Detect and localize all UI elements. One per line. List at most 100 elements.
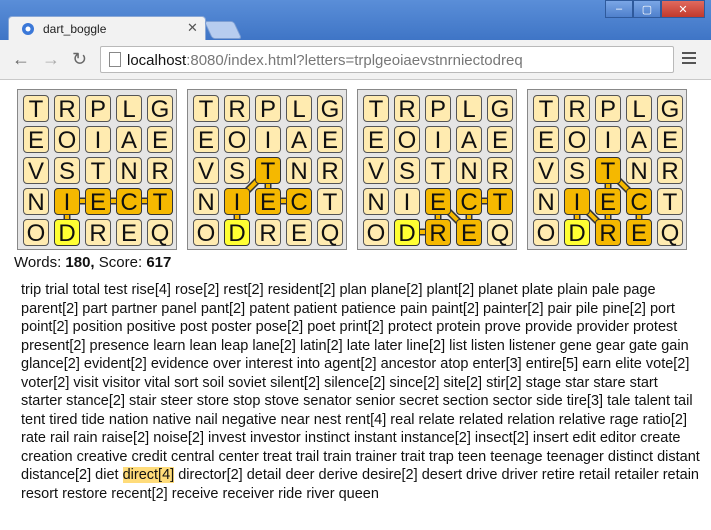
letter-cell[interactable]: R — [657, 157, 683, 185]
word-item[interactable]: recent[2] — [111, 486, 167, 502]
word-item[interactable]: entire[5] — [526, 356, 578, 372]
word-item[interactable]: direct[4] — [122, 467, 175, 483]
letter-cell[interactable]: Q — [487, 219, 513, 247]
word-item[interactable]: distance[2] — [21, 467, 91, 483]
letter-cell[interactable]: R — [394, 95, 420, 123]
word-item[interactable]: pine[2] — [602, 301, 646, 317]
letter-cell[interactable]: I — [425, 126, 451, 154]
letter-cell[interactable]: R — [147, 157, 173, 185]
letter-cell[interactable]: C — [286, 188, 312, 216]
word-item[interactable]: print[2] — [340, 319, 384, 335]
word-item[interactable]: partner — [111, 301, 157, 317]
word-item[interactable]: presence — [90, 338, 150, 354]
letter-cell[interactable]: N — [456, 157, 482, 185]
letter-cell[interactable]: T — [193, 95, 219, 123]
letter-cell[interactable]: T — [425, 157, 451, 185]
letter-cell[interactable]: O — [23, 219, 49, 247]
letter-cell[interactable]: G — [317, 95, 343, 123]
word-item[interactable]: instance[2] — [401, 430, 471, 446]
letter-cell[interactable]: A — [116, 126, 142, 154]
word-item[interactable]: start — [630, 375, 658, 391]
word-item[interactable]: trait — [401, 449, 425, 465]
word-item[interactable]: nest — [314, 412, 341, 428]
word-item[interactable]: voter[2] — [21, 375, 69, 391]
word-item[interactable]: talent — [635, 393, 670, 409]
word-item[interactable]: negative — [222, 412, 277, 428]
word-item[interactable]: lean — [190, 338, 217, 354]
word-item[interactable]: instant — [354, 430, 397, 446]
word-item[interactable]: patient — [294, 301, 338, 317]
letter-cell[interactable]: N — [116, 157, 142, 185]
word-item[interactable]: since[2] — [389, 375, 439, 391]
letter-cell[interactable]: R — [85, 219, 111, 247]
word-item[interactable]: insect[2] — [475, 430, 529, 446]
word-item[interactable]: diet — [95, 467, 118, 483]
letter-cell[interactable]: N — [533, 188, 559, 216]
letter-cell[interactable]: T — [85, 157, 111, 185]
word-item[interactable]: gene — [560, 338, 592, 354]
word-item[interactable]: side — [536, 393, 563, 409]
word-item[interactable]: creative — [77, 449, 128, 465]
word-item[interactable]: pain — [400, 301, 427, 317]
letter-cell[interactable]: T — [317, 188, 343, 216]
letter-cell[interactable]: A — [456, 126, 482, 154]
letter-cell[interactable]: E — [286, 219, 312, 247]
letter-cell[interactable]: N — [193, 188, 219, 216]
letter-cell[interactable]: R — [564, 95, 590, 123]
word-item[interactable]: desire[2] — [362, 467, 418, 483]
letter-cell[interactable]: G — [657, 95, 683, 123]
word-item[interactable]: nation — [109, 412, 149, 428]
word-item[interactable]: tent — [21, 412, 45, 428]
letter-cell[interactable]: L — [626, 95, 652, 123]
word-item[interactable]: restore — [62, 486, 107, 502]
word-item[interactable]: trip — [21, 282, 41, 298]
word-item[interactable]: test — [104, 282, 127, 298]
letter-cell[interactable]: D — [564, 219, 590, 247]
word-item[interactable]: nail — [195, 412, 218, 428]
letter-cell[interactable]: I — [54, 188, 80, 216]
letter-cell[interactable]: E — [487, 126, 513, 154]
word-item[interactable]: credit — [131, 449, 166, 465]
word-item[interactable]: tire[3] — [567, 393, 603, 409]
letter-cell[interactable]: G — [487, 95, 513, 123]
letter-cell[interactable]: P — [255, 95, 281, 123]
word-item[interactable]: rose[2] — [175, 282, 219, 298]
letter-cell[interactable]: N — [626, 157, 652, 185]
close-window-button[interactable]: ✕ — [661, 0, 705, 18]
word-item[interactable]: section — [443, 393, 489, 409]
letter-cell[interactable]: S — [54, 157, 80, 185]
letter-cell[interactable]: C — [456, 188, 482, 216]
word-item[interactable]: plain — [557, 282, 588, 298]
word-item[interactable]: teen — [458, 449, 486, 465]
word-item[interactable]: agent[2] — [324, 356, 376, 372]
letter-cell[interactable]: E — [626, 219, 652, 247]
word-item[interactable]: relate — [419, 412, 455, 428]
word-item[interactable]: post — [180, 319, 207, 335]
letter-cell[interactable]: O — [224, 126, 250, 154]
word-item[interactable]: into — [297, 356, 320, 372]
word-item[interactable]: present[2] — [21, 338, 86, 354]
word-item[interactable]: plate — [522, 282, 553, 298]
word-item[interactable]: vote[2] — [646, 356, 690, 372]
letter-cell[interactable]: V — [193, 157, 219, 185]
letter-cell[interactable]: E — [147, 126, 173, 154]
letter-cell[interactable]: D — [394, 219, 420, 247]
word-item[interactable]: rage — [610, 412, 639, 428]
word-item[interactable]: silent[2] — [270, 375, 320, 391]
word-item[interactable]: evident[2] — [84, 356, 147, 372]
word-item[interactable]: pile — [576, 301, 599, 317]
word-item[interactable]: teenager — [547, 449, 604, 465]
letter-cell[interactable]: O — [54, 126, 80, 154]
word-item[interactable]: secret — [399, 393, 439, 409]
word-item[interactable]: tide — [81, 412, 104, 428]
word-item[interactable]: port — [650, 301, 675, 317]
word-item[interactable]: rise[4] — [131, 282, 171, 298]
word-item[interactable]: rate — [21, 430, 46, 446]
letter-cell[interactable]: P — [85, 95, 111, 123]
word-item[interactable]: drive — [466, 467, 497, 483]
letter-cell[interactable]: S — [224, 157, 250, 185]
word-item[interactable]: visitor — [102, 375, 140, 391]
word-item[interactable]: atop — [440, 356, 468, 372]
word-item[interactable]: distinct — [608, 449, 653, 465]
word-item[interactable]: noise[2] — [153, 430, 204, 446]
